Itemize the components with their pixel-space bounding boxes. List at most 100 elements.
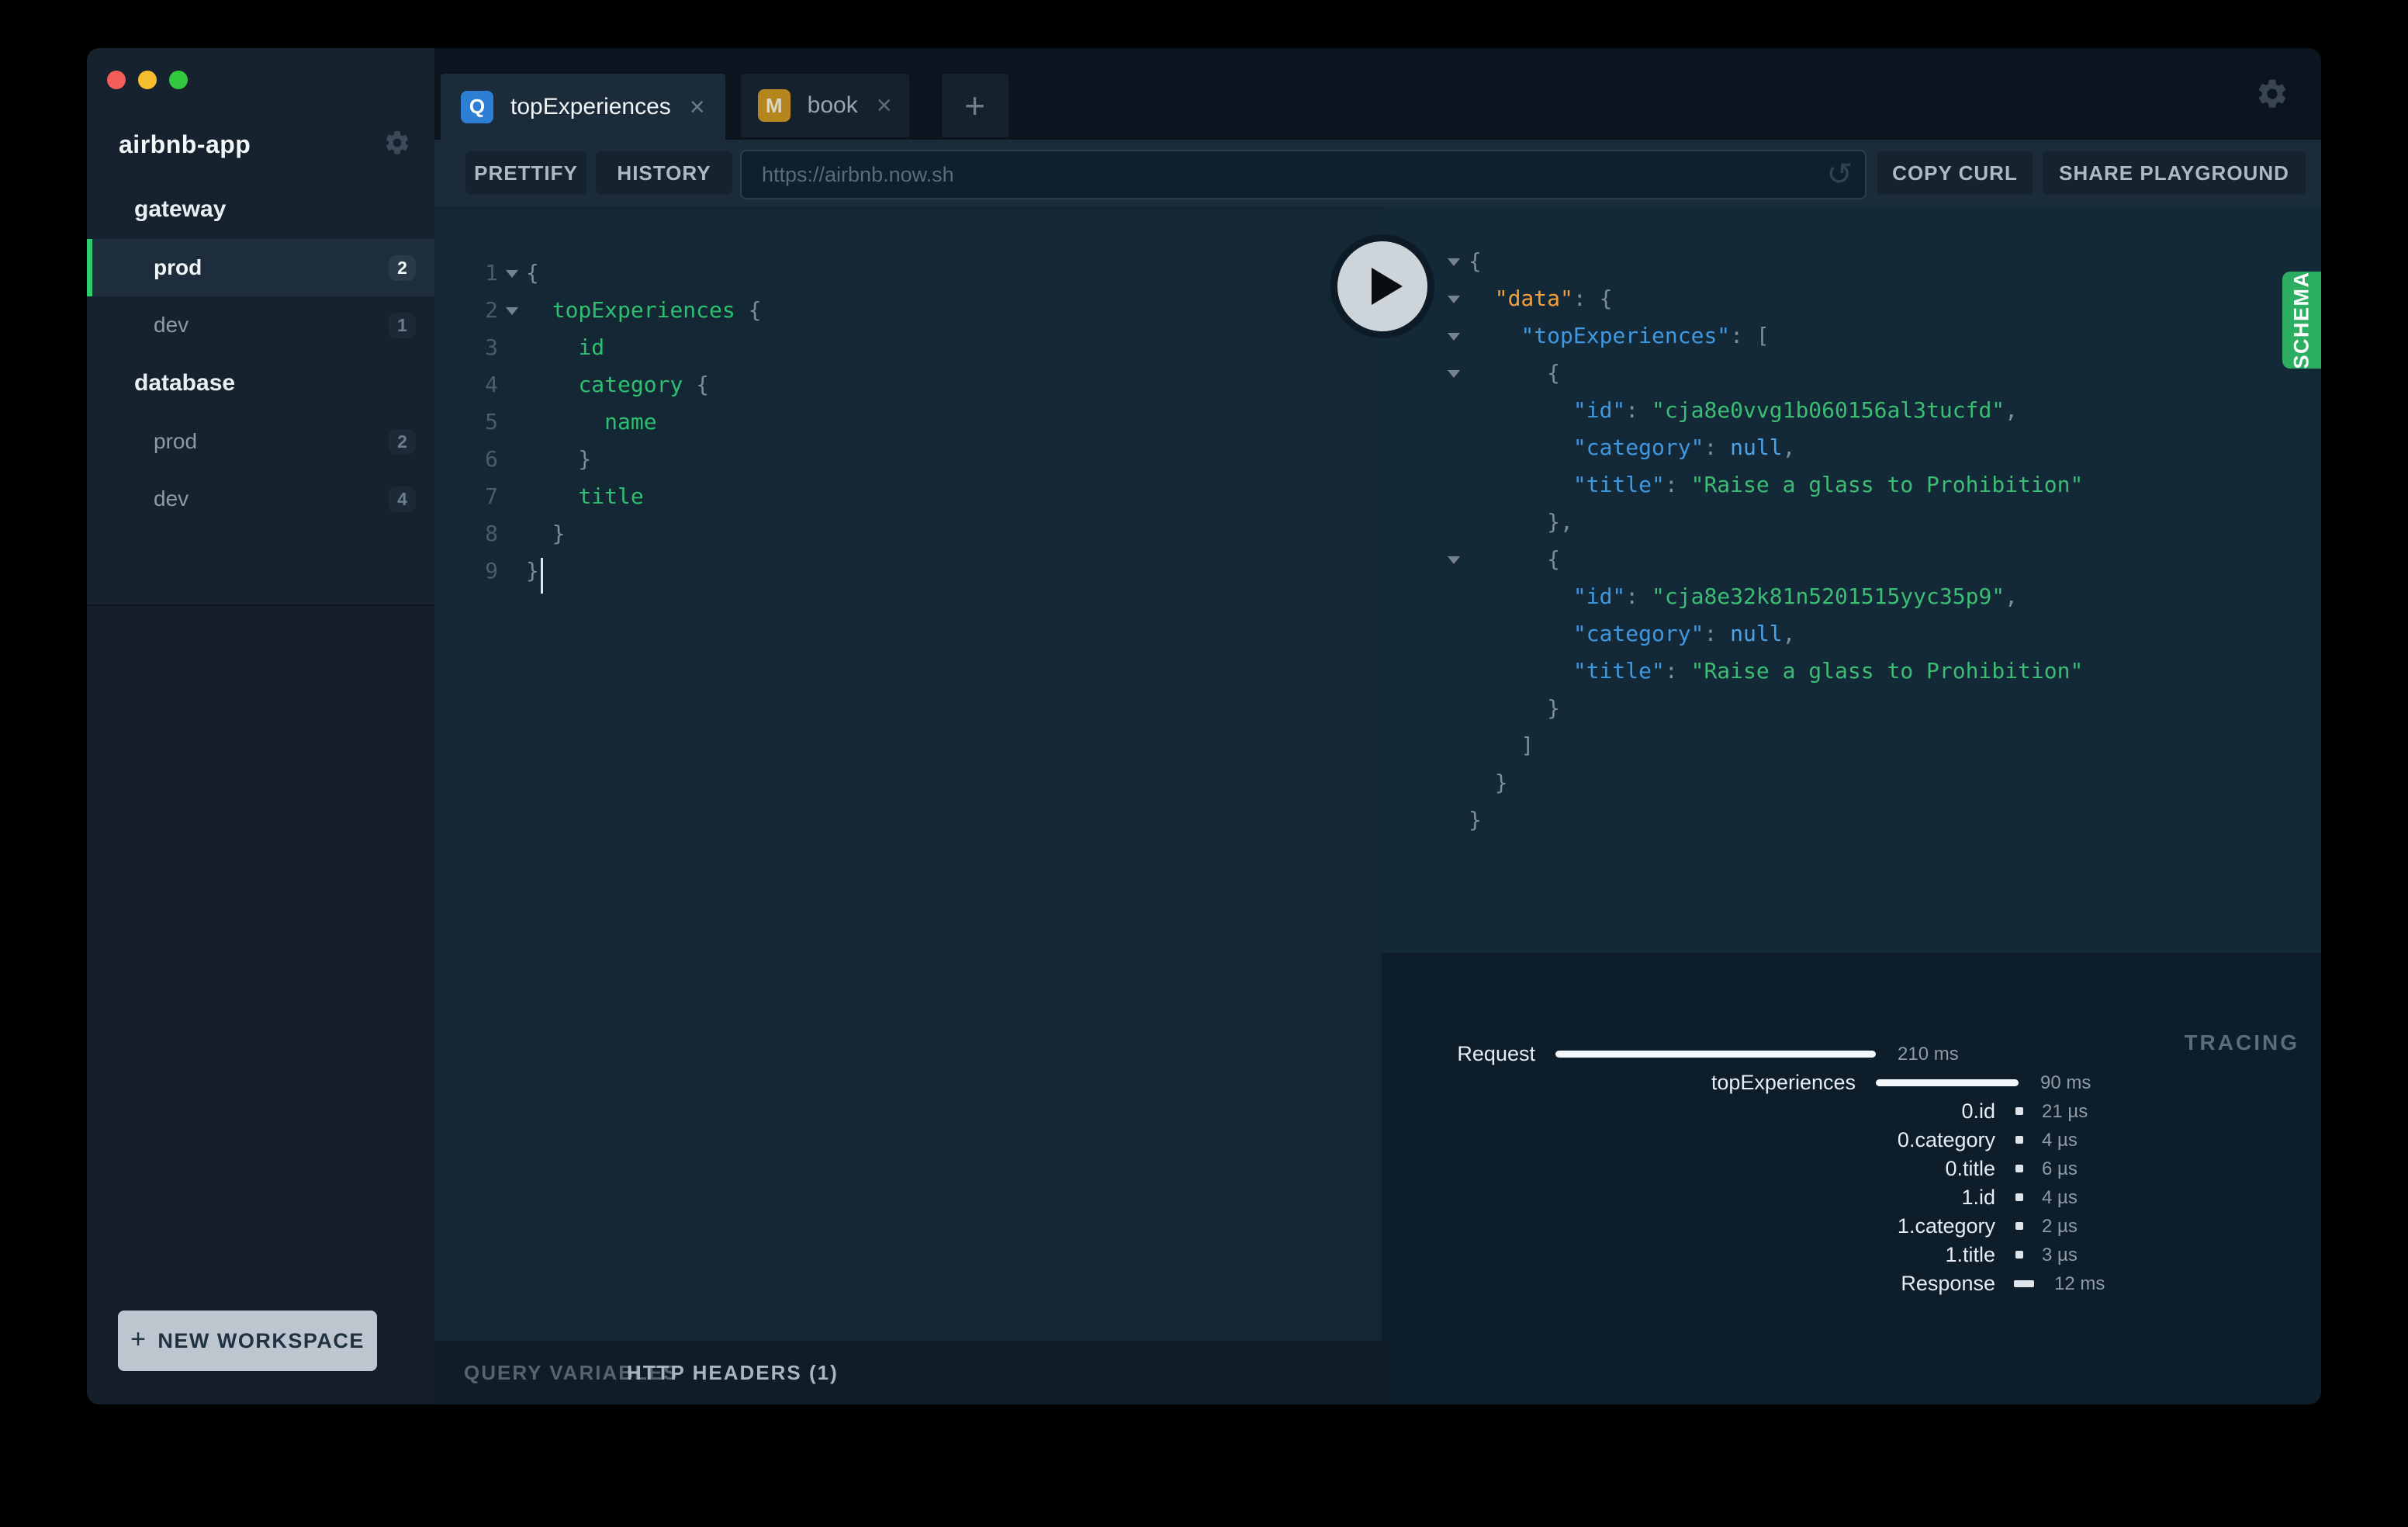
trace-time: 6 µs: [2042, 1159, 2078, 1181]
fold-arrow-icon[interactable]: [1448, 333, 1460, 341]
tabs: QtopExperiences× Mbook× +: [441, 74, 1009, 140]
code-text: "id": "cja8e0vvg1b060156al3tucfd",: [1469, 392, 2018, 429]
fold-arrow-icon[interactable]: [506, 270, 518, 278]
app-window: airbnb-app gatewayprod2dev1databaseprod2…: [87, 48, 2321, 1404]
code-line: {: [1382, 541, 2321, 578]
sidebar-item-database-prod[interactable]: prod2: [87, 413, 434, 470]
trace-label: 0.title: [1382, 1158, 1995, 1179]
line-number: 5: [434, 403, 498, 441]
trace-time: 12 ms: [2054, 1274, 2105, 1296]
fold-arrow-icon[interactable]: [1448, 370, 1460, 378]
schema-tab-button[interactable]: SCHEMA: [2282, 272, 2321, 369]
line-number: 9: [434, 552, 498, 590]
trace-row-topExperiences: topExperiences90 ms: [1382, 1072, 2321, 1093]
maximize-window-icon[interactable]: [169, 71, 188, 89]
query-editor[interactable]: 1{2 topExperiences {3 id4 category {5 na…: [434, 206, 1382, 1341]
copy-curl-button[interactable]: COPY CURL: [1877, 151, 2033, 195]
line-number: 1: [434, 254, 498, 292]
operation-type-icon: M: [758, 89, 791, 122]
trace-label: 0.id: [1382, 1100, 1995, 1122]
sidebar-item-gateway-prod[interactable]: prod2: [87, 239, 434, 296]
sidebar-item-label: dev: [154, 313, 189, 338]
code-text: }: [1469, 802, 1482, 839]
trace-row-1.id: 1.id4 µs: [1382, 1186, 2321, 1208]
code-line: 4 category {: [434, 366, 1382, 403]
fold-arrow-icon[interactable]: [1448, 296, 1460, 303]
fold-arrow-icon[interactable]: [506, 307, 518, 315]
code-text: }: [526, 552, 543, 590]
close-tab-icon[interactable]: ×: [690, 94, 705, 120]
close-tab-icon[interactable]: ×: [877, 92, 892, 119]
trace-row-1.title: 1.title3 µs: [1382, 1244, 2321, 1266]
tab-book[interactable]: Mbook×: [741, 74, 909, 137]
trace-row-1.category: 1.category 2 µs: [1382, 1215, 2321, 1237]
code-text: "category": null,: [1469, 429, 1795, 466]
code-text: name: [526, 403, 657, 441]
workspace-settings-gear-icon[interactable]: [383, 129, 411, 161]
sidebar-item-database-dev[interactable]: dev4: [87, 470, 434, 528]
trace-bar: [2015, 1251, 2023, 1259]
prettify-button[interactable]: PRETTIFY: [465, 151, 586, 195]
close-window-icon[interactable]: [107, 71, 126, 89]
new-workspace-button[interactable]: + NEW WORKSPACE: [118, 1311, 377, 1371]
new-workspace-label: NEW WORKSPACE: [157, 1329, 365, 1353]
response-viewer: { "data": { "topExperiences": [ { "id": …: [1382, 206, 2321, 953]
plus-icon: +: [130, 1324, 147, 1355]
window-controls: [107, 71, 188, 89]
trace-label: 1.category: [1382, 1215, 1995, 1237]
code-line: 3 id: [434, 329, 1382, 366]
new-tab-button[interactable]: +: [942, 74, 1009, 137]
trace-time: 210 ms: [1898, 1044, 1959, 1066]
sidebar-item-label: prod: [154, 429, 197, 454]
fold-arrow-icon[interactable]: [1448, 556, 1460, 564]
schema-tab-label: SCHEMA: [2290, 271, 2314, 369]
code-text: topExperiences {: [526, 292, 761, 329]
trace-time: 4 µs: [2042, 1131, 2078, 1152]
trace-bar: [1876, 1079, 2019, 1086]
code-text: }: [1469, 764, 1508, 802]
execute-query-button[interactable]: [1330, 234, 1434, 338]
code-text: }: [526, 515, 566, 552]
endpoint-url-input[interactable]: [740, 150, 1867, 199]
sidebar-section-label: database: [87, 354, 434, 413]
sidebar-item-gateway-dev[interactable]: dev1: [87, 296, 434, 354]
trace-row-0.title: 0.title 6 µs: [1382, 1158, 2321, 1179]
share-playground-button[interactable]: SHARE PLAYGROUND: [2043, 151, 2306, 195]
code-text: {: [526, 254, 539, 292]
fold-arrow-icon[interactable]: [1448, 258, 1460, 266]
trace-label: Request: [1382, 1043, 1535, 1065]
code-line: "topExperiences": [: [1382, 317, 2321, 355]
tab-topExperiences[interactable]: QtopExperiences×: [441, 74, 725, 140]
trace-bar: [2015, 1193, 2023, 1201]
code-text: "title": "Raise a glass to Prohibition": [1469, 653, 2083, 690]
tab-bar: QtopExperiences× Mbook× +: [434, 48, 2321, 140]
code-text: ]: [1469, 727, 1534, 764]
settings-gear-icon[interactable]: [2255, 77, 2289, 115]
trace-label: 1.id: [1382, 1186, 1995, 1208]
code-text: title: [526, 478, 644, 515]
code-line: 1{: [434, 254, 1382, 292]
sidebar: airbnb-app gatewayprod2dev1databaseprod2…: [87, 48, 434, 1404]
history-button[interactable]: HISTORY: [596, 151, 732, 195]
trace-bar: [2015, 1222, 2023, 1230]
trace-time: 2 µs: [2042, 1217, 2078, 1238]
reload-schema-icon[interactable]: ↺: [1826, 153, 1853, 196]
code-line: "id": "cja8e32k81n5201515yyc35p9",: [1382, 578, 2321, 615]
text-cursor: [541, 558, 543, 594]
tab-http-headers[interactable]: HTTP HEADERS (1): [627, 1341, 839, 1404]
toolbar: PRETTIFY HISTORY ↺ COPY CURL SHARE PLAYG…: [434, 140, 2321, 206]
code-text: "topExperiences": [: [1469, 317, 1770, 355]
code-line: 6 }: [434, 441, 1382, 478]
operation-type-icon: Q: [461, 91, 493, 123]
trace-bar: [1555, 1051, 1876, 1058]
play-icon: [1337, 241, 1427, 331]
code-text: "data": {: [1469, 280, 1612, 317]
code-text: category {: [526, 366, 709, 403]
code-text: {: [1469, 243, 1482, 280]
line-number: 6: [434, 441, 498, 478]
code-line: "data": {: [1382, 280, 2321, 317]
code-line: },: [1382, 504, 2321, 541]
code-line: {: [1382, 243, 2321, 280]
code-text: }: [526, 441, 591, 478]
minimize-window-icon[interactable]: [138, 71, 157, 89]
